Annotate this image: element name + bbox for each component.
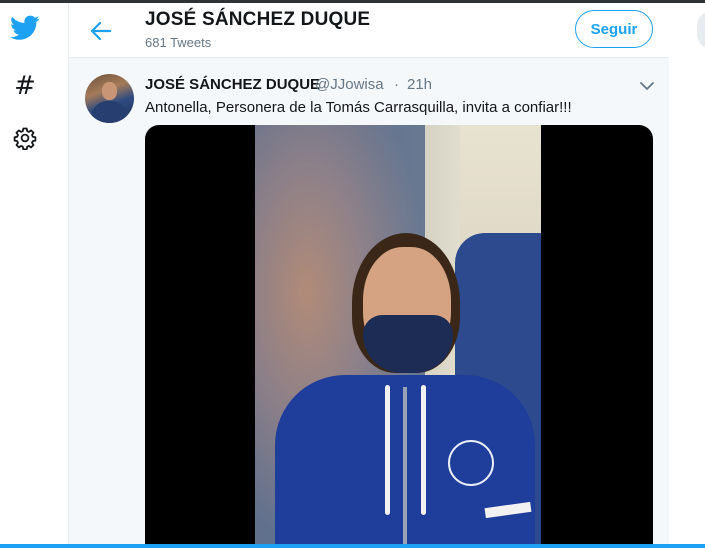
search-pill[interactable] — [697, 11, 705, 49]
back-arrow-icon[interactable] — [87, 17, 115, 45]
tweet-author-name[interactable]: JOSÉ SÁNCHEZ DUQUE — [145, 76, 320, 93]
profile-name: JOSÉ SÁNCHEZ DUQUE — [145, 9, 371, 30]
avatar-body — [92, 101, 127, 123]
tweet[interactable]: JOSÉ SÁNCHEZ DUQUE @JJowisa · 21h Antone… — [69, 63, 669, 544]
tweet-separator: · — [394, 76, 399, 93]
tweet-author-handle[interactable]: @JJowisa — [315, 76, 384, 93]
avatar[interactable] — [85, 74, 134, 123]
jacket-zipper — [403, 387, 407, 544]
hood-cord-right — [421, 385, 426, 515]
hash-glyph: # — [14, 71, 36, 101]
tweet-video[interactable] — [145, 125, 653, 544]
left-navigation: # — [0, 3, 68, 544]
avatar-face — [102, 82, 117, 100]
main-column: JOSÉ SÁNCHEZ DUQUE 681 Tweets Seguir JOS… — [68, 3, 670, 544]
right-column — [669, 3, 705, 544]
follow-button[interactable]: Seguir — [575, 10, 653, 48]
settings-gear-icon[interactable] — [8, 121, 42, 155]
tweet-text: Antonella, Personera de la Tomás Carrasq… — [145, 99, 572, 116]
bottom-accent-bar — [0, 544, 705, 548]
video-frame — [255, 125, 541, 544]
chevron-down-icon[interactable] — [637, 76, 657, 96]
hood-cord-left — [385, 385, 390, 515]
jacket-emblem — [448, 440, 494, 486]
profile-header: JOSÉ SÁNCHEZ DUQUE 681 Tweets Seguir — [69, 3, 669, 58]
explore-hash-icon[interactable]: # — [8, 69, 42, 103]
tweet-timestamp[interactable]: 21h — [407, 76, 432, 93]
twitter-bird-icon[interactable] — [8, 11, 42, 45]
tweet-count: 681 Tweets — [145, 35, 212, 50]
